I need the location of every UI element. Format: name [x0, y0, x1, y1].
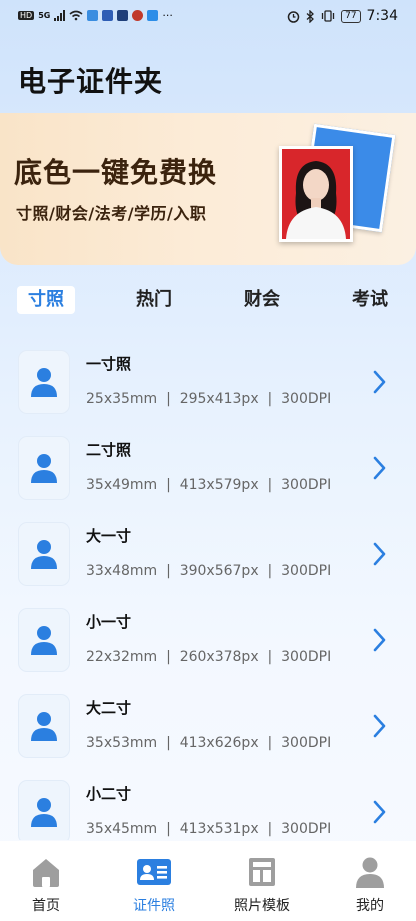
chevron-right-icon [373, 542, 386, 566]
nav-templates-label: 照片模板 [234, 898, 290, 914]
user-icon [356, 857, 384, 888]
nav-mine[interactable]: 我的 [330, 855, 410, 915]
photo-size-list: 一寸照 25x35mm | 295x413px | 300DPI 二寸照 35x… [0, 340, 416, 840]
person-icon [31, 712, 57, 741]
tab-exam[interactable]: 考试 [341, 286, 399, 314]
avatar-placeholder [19, 695, 69, 757]
list-item[interactable]: 二寸照 35x49mm | 413x579px | 300DPI [0, 426, 416, 512]
item-name: 大二寸 [86, 699, 132, 717]
red-background-photo [279, 146, 353, 242]
vibrate-icon [321, 10, 335, 22]
alarm-icon [287, 10, 300, 23]
chevron-right-icon [373, 370, 386, 394]
avatar-placeholder [19, 609, 69, 671]
status-bar: HD 5G ··· 77 7:34 [0, 0, 416, 34]
chevron-right-icon [373, 456, 386, 480]
item-spec: 35x45mm | 413x531px | 300DPI [86, 821, 332, 837]
media-app-icon [132, 10, 144, 21]
nav-id-photo-label: 证件照 [133, 898, 175, 914]
chat-app-icon [147, 10, 159, 21]
item-spec: 35x49mm | 413x579px | 300DPI [86, 477, 332, 493]
person-icon [31, 798, 57, 827]
tab-hot[interactable]: 热门 [125, 286, 183, 314]
chevron-right-icon [373, 628, 386, 652]
avatar-placeholder [19, 523, 69, 585]
list-item[interactable]: 小二寸 35x45mm | 413x531px | 300DPI [0, 770, 416, 840]
promo-banner[interactable]: 底色一键免费换 寸照/财会/法考/学历/入职 [0, 113, 416, 265]
bottom-navigation: 首页 证件照 照片模板 我的 [0, 841, 416, 921]
category-tabs: 寸照 热门 财会 考试 [0, 286, 416, 316]
id-card-icon [137, 859, 171, 885]
status-right: 77 7:34 [287, 8, 398, 24]
more-notifications: ··· [162, 9, 173, 22]
status-left: HD 5G ··· [18, 9, 173, 22]
list-item[interactable]: 大一寸 33x48mm | 390x567px | 300DPI [0, 512, 416, 598]
network-badge: 5G [38, 11, 51, 20]
item-name: 大一寸 [86, 527, 132, 545]
item-spec: 35x53mm | 413x626px | 300DPI [86, 735, 332, 751]
chevron-right-icon [373, 714, 386, 738]
bluetooth-icon [306, 9, 315, 23]
tab-cun-zhao[interactable]: 寸照 [17, 286, 75, 314]
wifi-icon [69, 10, 83, 21]
item-spec: 25x35mm | 295x413px | 300DPI [86, 391, 332, 407]
item-name: 二寸照 [86, 441, 132, 459]
item-name: 一寸照 [86, 355, 132, 373]
item-name: 小二寸 [86, 785, 132, 803]
template-icon [249, 858, 275, 886]
person-icon [31, 454, 57, 483]
mail-app-icon-2 [117, 10, 129, 21]
signal-icon [54, 10, 66, 21]
item-spec: 33x48mm | 390x567px | 300DPI [86, 563, 332, 579]
hd-badge: HD [18, 11, 35, 20]
item-spec: 22x32mm | 260x378px | 300DPI [86, 649, 332, 665]
person-icon [31, 368, 57, 397]
nav-templates[interactable]: 照片模板 [222, 855, 302, 915]
nav-home[interactable]: 首页 [6, 855, 86, 915]
shield-app-icon [87, 10, 99, 21]
mail-app-icon [102, 10, 114, 21]
item-name: 小一寸 [86, 613, 132, 631]
person-icon [31, 540, 57, 569]
nav-mine-label: 我的 [356, 898, 384, 914]
portrait-illustration [286, 161, 346, 239]
page-title: 电子证件夹 [18, 65, 164, 98]
avatar-placeholder [19, 437, 69, 499]
list-item[interactable]: 一寸照 25x35mm | 295x413px | 300DPI [0, 340, 416, 426]
banner-subtitle: 寸照/财会/法考/学历/入职 [16, 204, 207, 223]
home-icon [33, 859, 59, 887]
person-icon [31, 626, 57, 655]
list-item[interactable]: 小一寸 22x32mm | 260x378px | 300DPI [0, 598, 416, 684]
status-time: 7:34 [366, 8, 398, 24]
avatar-placeholder [19, 781, 69, 840]
list-item[interactable]: 大二寸 35x53mm | 413x626px | 300DPI [0, 684, 416, 770]
avatar-placeholder [19, 351, 69, 413]
battery-indicator: 77 [341, 9, 361, 23]
chevron-right-icon [373, 800, 386, 824]
tab-finance[interactable]: 财会 [233, 286, 291, 314]
banner-title: 底色一键免费换 [14, 156, 218, 189]
nav-id-photo[interactable]: 证件照 [114, 855, 194, 915]
nav-home-label: 首页 [32, 898, 60, 914]
